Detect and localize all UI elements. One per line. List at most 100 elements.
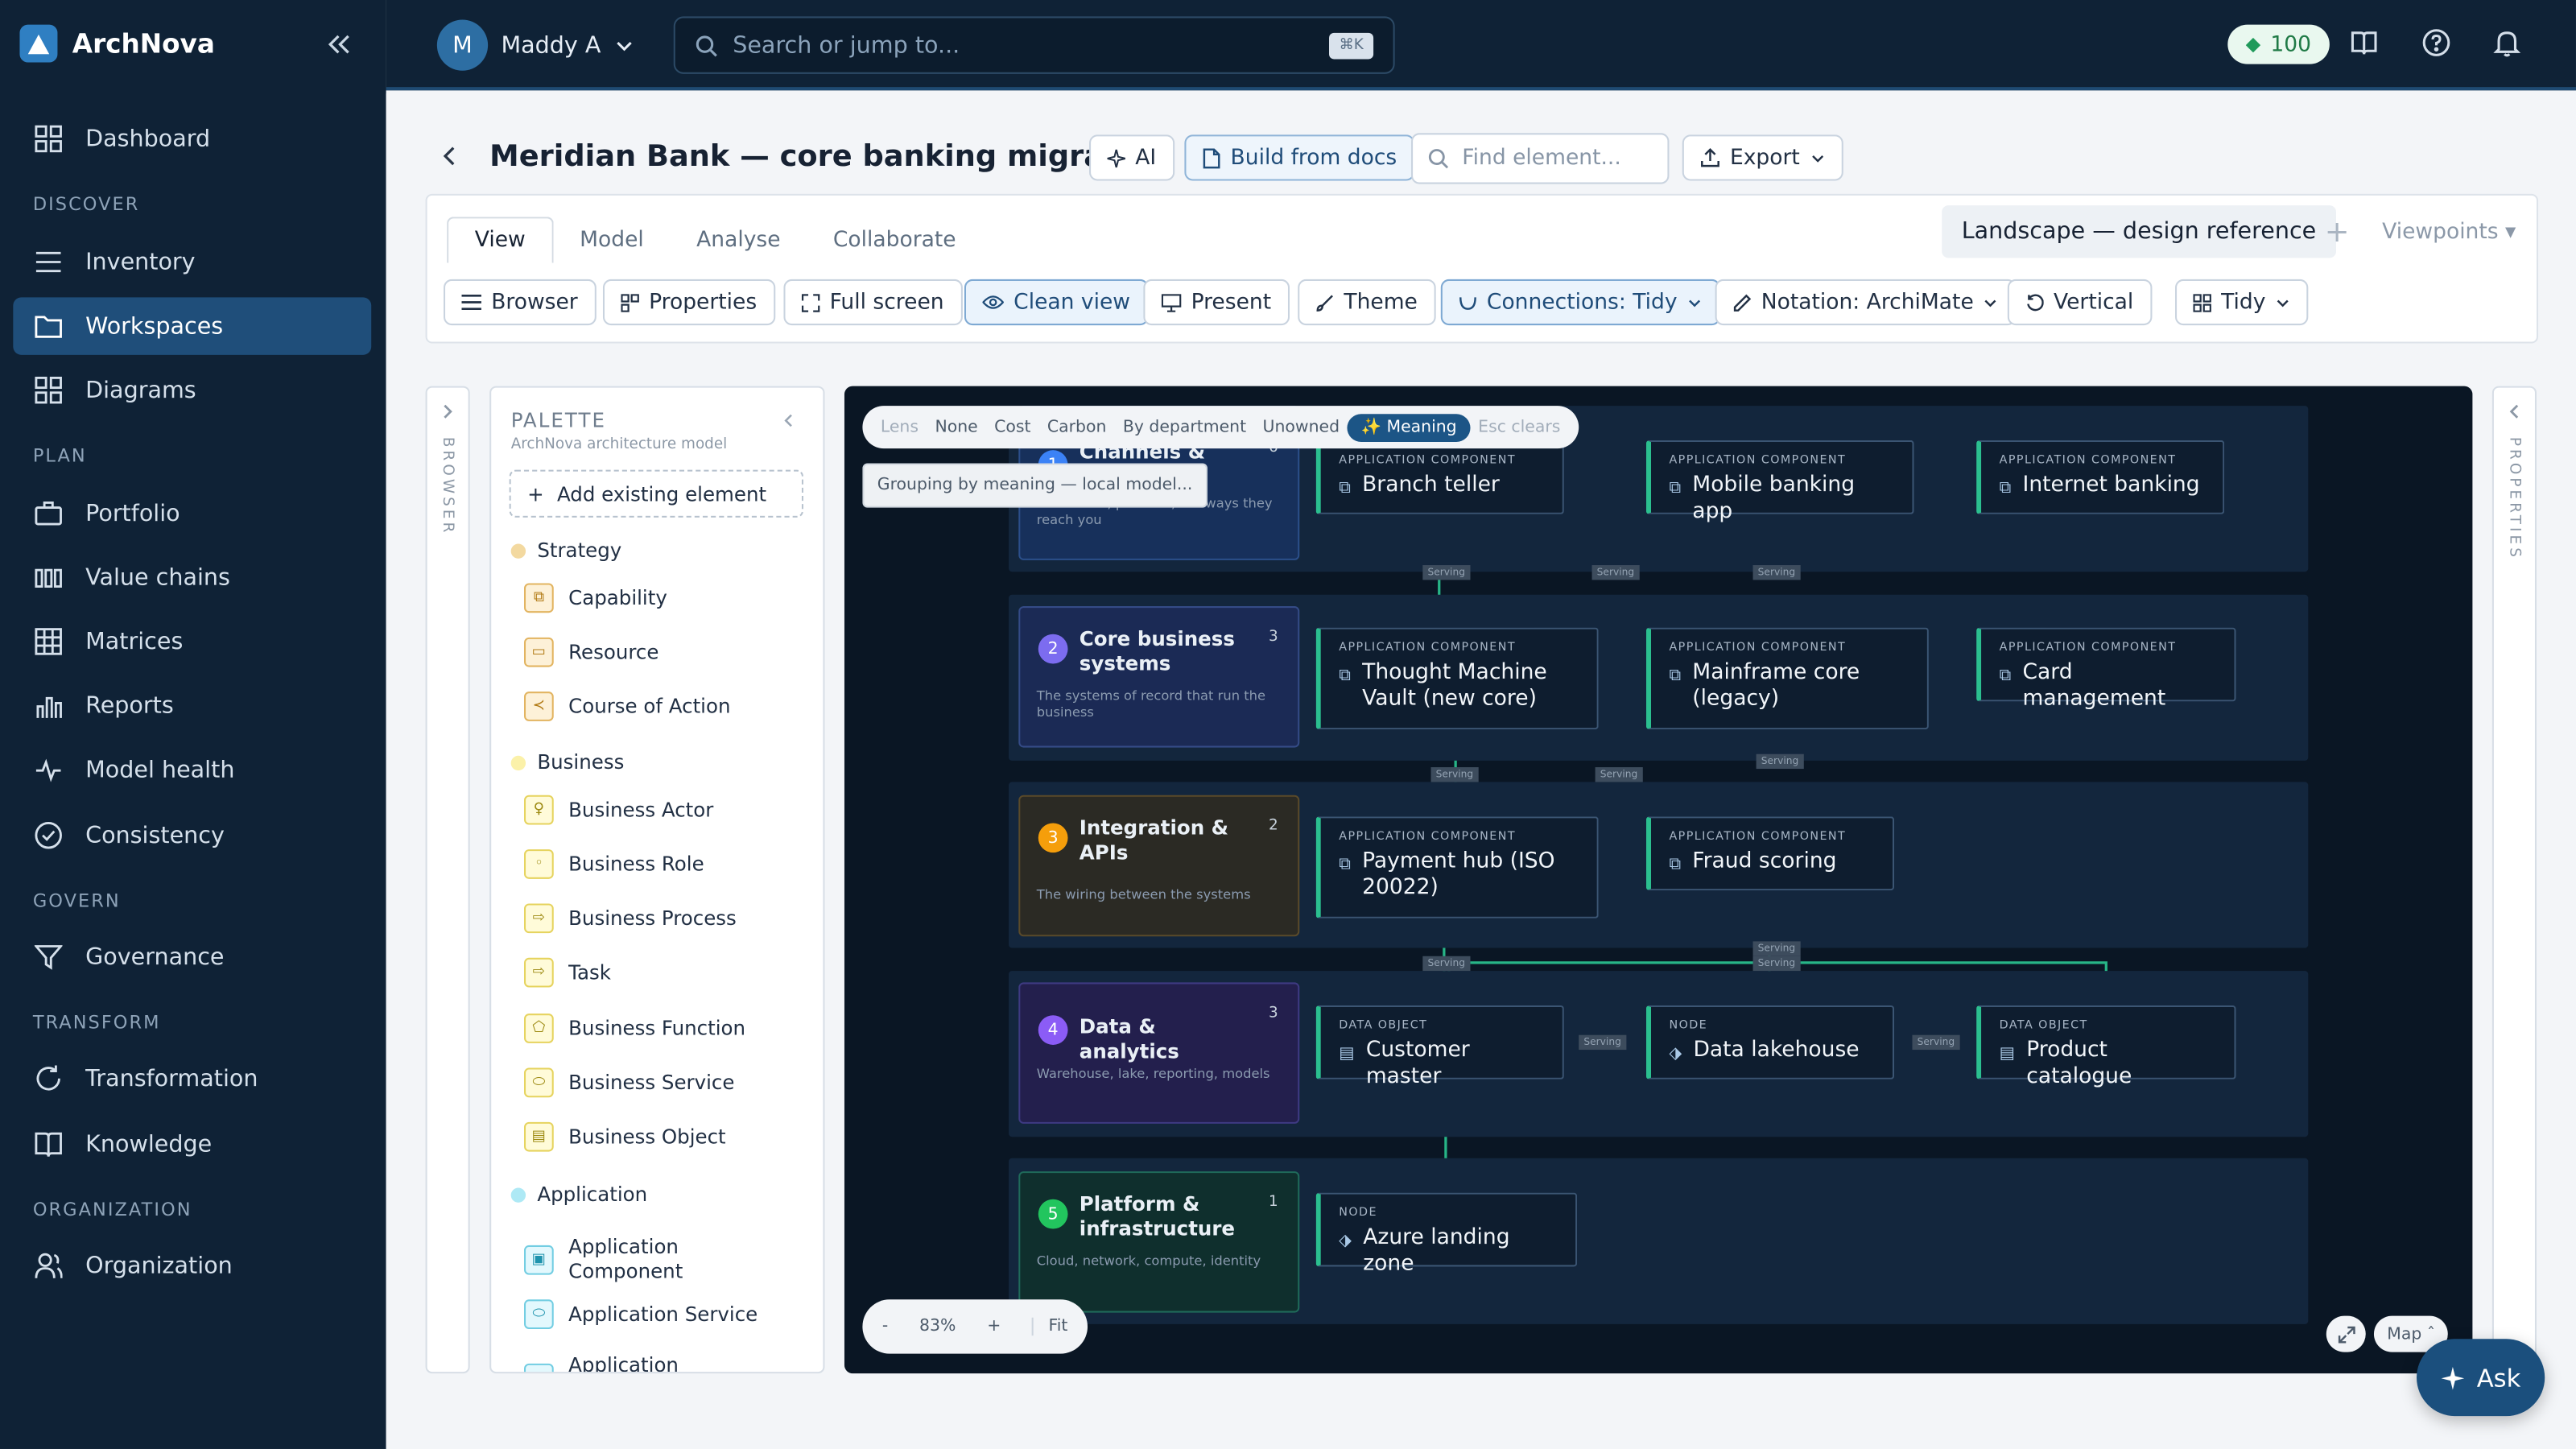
sidebar-item-knowledge[interactable]: Knowledge xyxy=(13,1116,371,1173)
viewpoints-label: Viewpoints xyxy=(2382,220,2499,246)
viewpoint-name[interactable]: Landscape — design reference xyxy=(1942,205,2336,258)
ai-button[interactable]: AI xyxy=(1089,134,1174,181)
find-element-input[interactable]: Find element... xyxy=(1411,133,1670,184)
present-button[interactable]: Present xyxy=(1143,279,1290,326)
notation-dropdown[interactable]: Notation: ArchiMate xyxy=(1715,279,2017,326)
element-mobile-banking-app[interactable]: APPLICATION COMPONENT ⧉ Mobile banking app xyxy=(1645,440,1914,524)
sidebar-item-governance[interactable]: Governance xyxy=(13,928,371,985)
user-menu[interactable]: M Maddy A xyxy=(436,19,634,71)
element-product-catalogue[interactable]: DATA OBJECT ▤ Product catalogue xyxy=(1976,1005,2236,1089)
zoom-fit-button[interactable]: Fit xyxy=(1032,1317,1067,1336)
palette-item-task[interactable]: ⇨ Task xyxy=(524,957,803,988)
sidebar-item-value-chains[interactable]: Value chains xyxy=(13,549,371,606)
palette-group-strategy[interactable]: Strategy xyxy=(510,539,621,562)
element-internet-banking[interactable]: APPLICATION COMPONENT ⧉ Internet banking xyxy=(1976,440,2225,514)
element-customer-master[interactable]: DATA OBJECT ▤ Customer master xyxy=(1315,1005,1564,1089)
tab-model[interactable]: Model xyxy=(553,217,670,262)
palette-item-business-service[interactable]: ⬭ Business Service xyxy=(524,1067,803,1098)
element-data-lakehouse[interactable]: NODE ⬗ Data lakehouse xyxy=(1645,1005,1895,1080)
browser-rail[interactable]: BROWSER xyxy=(425,386,470,1374)
palette-item-business-role[interactable]: ◦ Business Role xyxy=(524,849,803,879)
book-icon[interactable] xyxy=(2349,28,2379,58)
ask-button[interactable]: Ask xyxy=(2417,1339,2545,1417)
tidy-dropdown[interactable]: Tidy xyxy=(2175,279,2309,326)
palette-item-business-process[interactable]: ⇨ Business Process xyxy=(524,903,803,934)
palette-item-application-interface[interactable]: ⊸ Application Interface xyxy=(524,1354,803,1373)
tab-collaborate[interactable]: Collaborate xyxy=(807,217,982,262)
expand-canvas-icon[interactable] xyxy=(2326,1315,2366,1352)
lane-card[interactable]: 3 Integration & APIs 2 The wiring between t… xyxy=(1018,795,1300,937)
help-icon[interactable] xyxy=(2421,28,2451,58)
sidebar-item-transformation[interactable]: Transformation xyxy=(13,1050,371,1107)
diagram-canvas[interactable]: 1Channels &6Customers, partners, the way… xyxy=(844,386,2473,1374)
fullscreen-button[interactable]: Full screen xyxy=(783,279,963,326)
business-service-icon: ⬭ xyxy=(524,1067,554,1098)
sidebar-item-matrices[interactable]: Matrices xyxy=(13,613,371,670)
lens-none[interactable]: None xyxy=(927,418,986,436)
palette-item-label: Task xyxy=(568,960,611,984)
tab-analyse[interactable]: Analyse xyxy=(670,217,807,262)
palette-group-application[interactable]: Application xyxy=(510,1183,647,1206)
build-from-docs-button[interactable]: Build from docs xyxy=(1184,134,1415,181)
palette-item-business-function[interactable]: ⬠ Business Function xyxy=(524,1013,803,1043)
sidebar-item-dashboard[interactable]: Dashboard xyxy=(13,110,371,167)
sidebar-item-workspaces[interactable]: Workspaces xyxy=(13,297,372,355)
viewpoints-menu[interactable]: Viewpoints ▾ xyxy=(2382,220,2516,245)
global-search[interactable]: Search or jump to... ⌘K xyxy=(673,16,1395,74)
palette-item-business-actor[interactable]: ♀ Business Actor xyxy=(524,795,803,825)
tab-view[interactable]: View xyxy=(447,217,554,263)
element-thought-machine-vault-new-core[interactable]: APPLICATION COMPONENT ⧉ Thought Machine Va… xyxy=(1315,627,1599,730)
palette-item-resource[interactable]: ▭ Resource xyxy=(524,637,803,667)
add-viewpoint-icon[interactable]: + xyxy=(2325,215,2350,250)
palette-item-application-component[interactable]: ▣ Application Component xyxy=(524,1236,803,1285)
sidebar-item-reports[interactable]: Reports xyxy=(13,677,371,734)
lens-carbon[interactable]: Carbon xyxy=(1039,418,1115,436)
sidebar-item-consistency[interactable]: Consistency xyxy=(13,807,371,864)
vertical-button[interactable]: Vertical xyxy=(2007,279,2152,326)
lens-meaning[interactable]: ✨ Meaning xyxy=(1348,413,1470,441)
palette-item-capability[interactable]: ⧉ Capability xyxy=(524,583,803,613)
zoom-out-button[interactable]: - xyxy=(882,1318,888,1335)
palette-item-business-object[interactable]: ▤ Business Object xyxy=(524,1121,803,1152)
credits-badge[interactable]: 100 xyxy=(2227,24,2330,64)
export-button[interactable]: Export xyxy=(1682,134,1843,181)
sidebar-item-model-health[interactable]: Model health xyxy=(13,741,371,798)
chevron-left-icon[interactable] xyxy=(780,412,796,428)
lens-unowned[interactable]: Unowned xyxy=(1254,418,1348,436)
properties-button[interactable]: Properties xyxy=(602,279,775,326)
brand-name: ArchNova xyxy=(72,27,215,60)
brand[interactable]: ArchNova xyxy=(19,24,215,63)
element-branch-teller[interactable]: APPLICATION COMPONENT ⧉ Branch teller xyxy=(1315,440,1564,514)
sidebar-item-inventory[interactable]: Inventory xyxy=(13,233,371,291)
bell-icon[interactable] xyxy=(2492,28,2522,58)
sidebar-item-organization[interactable]: Organization xyxy=(13,1237,371,1294)
folder-icon xyxy=(35,312,63,341)
sidebar-item-label: Organization xyxy=(85,1253,233,1279)
lens-by-department[interactable]: By department xyxy=(1115,418,1255,436)
zoom-in-button[interactable]: + xyxy=(987,1318,1001,1335)
element-card-management[interactable]: APPLICATION COMPONENT ⧉ Card management xyxy=(1976,627,2236,712)
browser-button[interactable]: Browser xyxy=(444,279,597,326)
element-payment-hub-iso-20022[interactable]: APPLICATION COMPONENT ⧉ Payment hub (ISO 2… xyxy=(1315,816,1599,919)
palette-item-label: Capability xyxy=(568,585,667,609)
add-existing-element-button[interactable]: + Add existing element xyxy=(509,469,803,518)
palette-group-business[interactable]: Business xyxy=(510,751,624,774)
palette-item-course-of-action[interactable]: ≺ Course of Action xyxy=(524,691,803,721)
sidebar-item-portfolio[interactable]: Portfolio xyxy=(13,485,371,542)
element-fraud-scoring[interactable]: APPLICATION COMPONENT ⧉ Fraud scoring xyxy=(1645,816,1895,891)
lane-card[interactable]: 2 Core business systems 3 The systems of re… xyxy=(1018,606,1300,748)
clean-view-button[interactable]: Clean view xyxy=(964,279,1149,326)
collapse-sidebar-icon[interactable] xyxy=(324,30,353,60)
lane-card[interactable]: 5 Platform & infrastructure 1 Cloud, networ… xyxy=(1018,1171,1300,1313)
sidebar-item-diagrams[interactable]: Diagrams xyxy=(13,361,371,419)
element-azure-landing-zone[interactable]: NODE ⬗ Azure landing zone xyxy=(1315,1192,1578,1277)
theme-button[interactable]: Theme xyxy=(1298,279,1436,326)
element-mainframe-core-legacy[interactable]: APPLICATION COMPONENT ⧉ Mainframe core (le… xyxy=(1645,627,1929,730)
lens-cost[interactable]: Cost xyxy=(986,418,1039,436)
properties-rail[interactable]: PROPERTIES xyxy=(2491,386,2537,1374)
palette-item-application-service[interactable]: ⬭ Application Service xyxy=(524,1299,803,1330)
back-arrow-icon[interactable] xyxy=(439,145,462,168)
lane-card[interactable]: 4 Data & analytics 3 Warehouse, lake, repor… xyxy=(1018,982,1300,1124)
connections-dropdown[interactable]: Connections: Tidy xyxy=(1440,279,1720,326)
palette-item-label: Application Component xyxy=(568,1235,683,1283)
